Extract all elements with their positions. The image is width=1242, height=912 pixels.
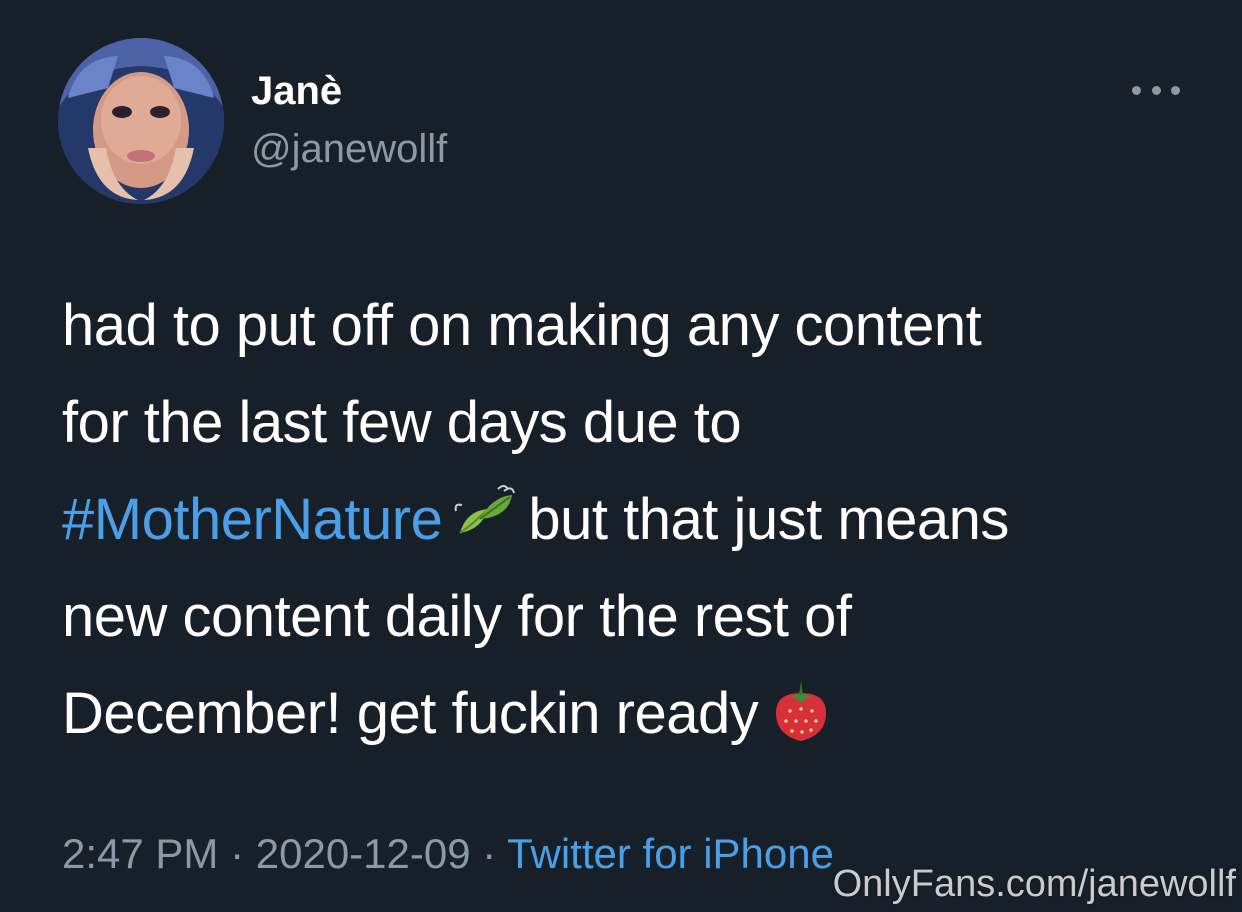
- tweet-line: new content daily for the rest of: [62, 584, 852, 649]
- tweet-source-link[interactable]: Twitter for iPhone: [507, 830, 834, 877]
- avatar-image: [58, 38, 224, 204]
- meta-separator: ·: [470, 830, 508, 877]
- strawberry-icon: [768, 677, 834, 743]
- dot-icon: [1151, 85, 1161, 95]
- tweet-line-continuation: but that just means: [528, 487, 1009, 552]
- tweet-line: #MotherNature but that just means: [62, 471, 1202, 568]
- tweet-line: had to put off on making any content: [62, 293, 982, 358]
- dot-icon: [1132, 85, 1141, 95]
- avatar[interactable]: [58, 38, 224, 204]
- tweet-date[interactable]: 2020-12-09: [256, 830, 471, 877]
- tweet-card: Janè @janewollf had to put off on making…: [0, 0, 1242, 912]
- more-options-button[interactable]: [1132, 78, 1180, 102]
- display-name[interactable]: Janè: [251, 66, 342, 116]
- tweet-line: for the last few days due to: [62, 390, 742, 455]
- dot-icon: [1171, 85, 1180, 95]
- user-handle[interactable]: @janewollf: [251, 124, 447, 174]
- tweet-metadata: 2:47 PM · 2020-12-09 · Twitter for iPhon…: [62, 826, 834, 882]
- tweet-line-text: December! get fuckin ready: [62, 681, 759, 746]
- hashtag-link[interactable]: #MotherNature: [62, 487, 443, 552]
- tweet-line: December! get fuckin ready: [62, 665, 1202, 762]
- tweet-text: had to put off on making any content for…: [62, 277, 1202, 762]
- leaf-fluttering-in-wind-icon: [452, 483, 518, 549]
- tweet-time[interactable]: 2:47 PM: [62, 830, 218, 877]
- meta-separator: ·: [218, 830, 256, 877]
- watermark: OnlyFans.com/janewollf: [832, 863, 1236, 905]
